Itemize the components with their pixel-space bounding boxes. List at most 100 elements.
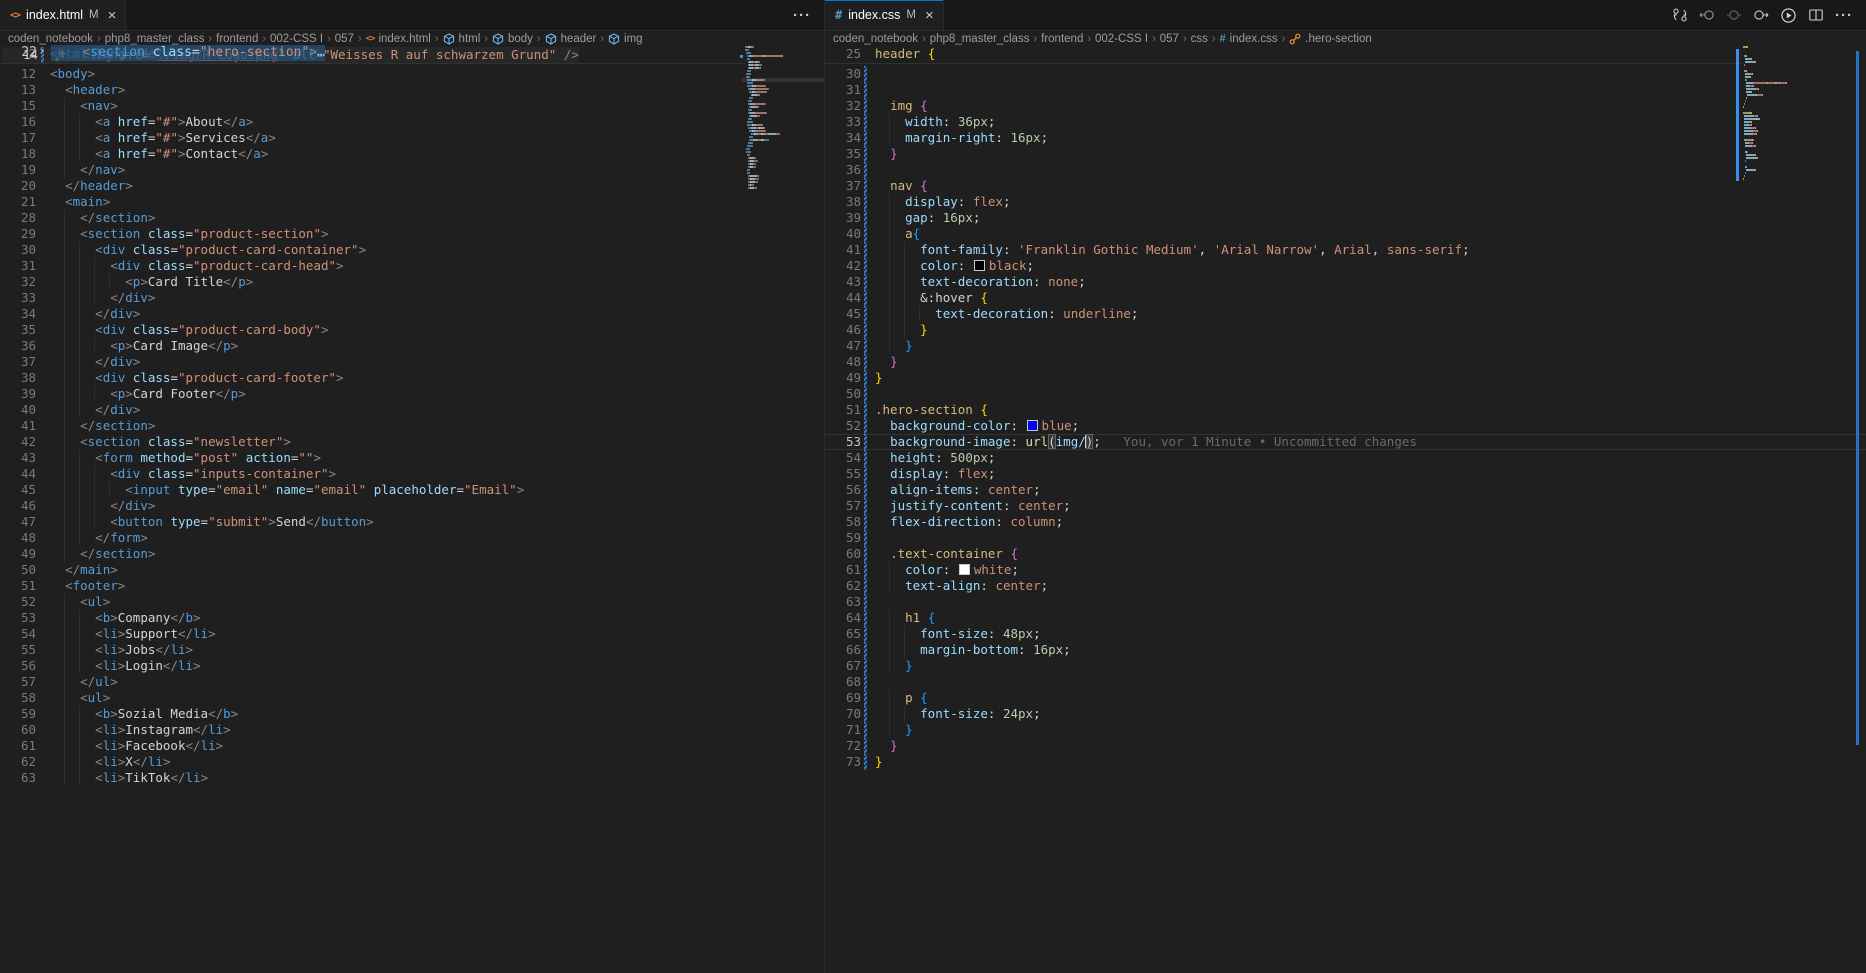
code-line[interactable]: 45 <input type="email" name="email" plac…	[0, 482, 824, 498]
code-line[interactable]: 30	[825, 66, 1866, 82]
code-line[interactable]: 43 text-decoration: none;	[825, 274, 1866, 290]
code-line[interactable]: 47 <button type="submit">Send</button>	[0, 514, 824, 530]
code-line[interactable]: 67 }	[825, 658, 1866, 674]
code-line[interactable]: 60 .text-container {	[825, 546, 1866, 562]
fold-chevron-icon[interactable]: ›	[38, 44, 46, 60]
code-line[interactable]: 13 <header>	[0, 82, 824, 98]
code-line[interactable]: 63 <li>TikTok</li>	[0, 770, 824, 786]
code-line[interactable]: 51.hero-section {	[825, 402, 1866, 418]
code-line[interactable]: 54 <li>Support</li>	[0, 626, 824, 642]
breadcrumb-item[interactable]: .hero-section	[1289, 33, 1371, 45]
code-line[interactable]: 48 </form>	[0, 530, 824, 546]
code-line[interactable]: 33 width: 36px;	[825, 114, 1866, 130]
code-line[interactable]: 39 gap: 16px;	[825, 210, 1866, 226]
code-line[interactable]: 39 <p>Card Footer</p>	[0, 386, 824, 402]
code-line[interactable]: 52 <ul>	[0, 594, 824, 610]
code-line[interactable]: 22› <section class="hero-section">…	[1, 45, 325, 61]
code-line[interactable]: 35 <div class="product-card-body">	[0, 322, 824, 338]
code-line[interactable]: 57 </ul>	[0, 674, 824, 690]
code-line[interactable]: 44 &:hover {	[825, 290, 1866, 306]
code-line[interactable]: 66 margin-bottom: 16px;	[825, 642, 1866, 658]
code-line[interactable]: 37 nav {	[825, 178, 1866, 194]
tab-index-html[interactable]: <> index.html M ×	[0, 0, 126, 30]
code-line[interactable]: 50	[825, 386, 1866, 402]
code-line[interactable]: 62 text-align: center;	[825, 578, 1866, 594]
scrollbar[interactable]	[1856, 51, 1859, 745]
next-change-icon[interactable]	[1753, 7, 1769, 23]
breadcrumb-item[interactable]: coden_notebook	[8, 33, 93, 45]
code-line[interactable]: 68	[825, 674, 1866, 690]
breadcrumb-item[interactable]: img	[608, 33, 643, 45]
code-line[interactable]: 38 <div class="product-card-footer">	[0, 370, 824, 386]
code-line[interactable]: 20 </header>	[0, 178, 824, 194]
code-line[interactable]: 43 <form method="post" action="">	[0, 450, 824, 466]
breadcrumb-item[interactable]: 057	[335, 33, 354, 45]
breadcrumb-item[interactable]: html	[443, 33, 481, 45]
code-line[interactable]: 32 img {	[825, 98, 1866, 114]
breadcrumb-item[interactable]: body	[492, 33, 533, 45]
code-line[interactable]: 42 <section class="newsletter">	[0, 434, 824, 450]
code-line[interactable]: 40 </div>	[0, 402, 824, 418]
code-line[interactable]: 52 background-color: blue;	[825, 418, 1866, 434]
code-line[interactable]: 19 </nav>	[0, 162, 824, 178]
code-line[interactable]: 54 height: 500px;	[825, 450, 1866, 466]
code-line[interactable]: 35 }	[825, 146, 1866, 162]
code-line[interactable]: 15 <nav>	[0, 98, 824, 114]
code-editor-css[interactable]: 25header { 303132 img {33 width: 36px;34…	[825, 46, 1866, 973]
code-line[interactable]: 58 <ul>	[0, 690, 824, 706]
split-editor-icon[interactable]	[1808, 7, 1824, 23]
breadcrumb-item[interactable]: frontend	[216, 33, 258, 45]
code-line[interactable]: 50 </main>	[0, 562, 824, 578]
code-line[interactable]: 56 align-items: center;	[825, 482, 1866, 498]
code-line[interactable]: 46 }	[825, 322, 1866, 338]
code-line[interactable]: 31	[825, 82, 1866, 98]
code-line[interactable]: 42 color: black;	[825, 258, 1866, 274]
code-line[interactable]: 48 }	[825, 354, 1866, 370]
breadcrumb-item[interactable]: 002-CSS I	[1095, 33, 1148, 45]
code-line[interactable]: 57 justify-content: center;	[825, 498, 1866, 514]
breadcrumb-item[interactable]: <>index.html	[366, 33, 431, 45]
color-swatch[interactable]	[959, 564, 970, 575]
breadcrumb-item[interactable]: #index.css	[1220, 33, 1278, 45]
code-line[interactable]: 62 <li>X</li>	[0, 754, 824, 770]
code-line[interactable]: 21 <main>	[0, 194, 824, 210]
code-line[interactable]: 69 p {	[825, 690, 1866, 706]
code-line[interactable]: 49 </section>	[0, 546, 824, 562]
code-line[interactable]: 12<body>	[0, 66, 824, 82]
code-line[interactable]: 49}	[825, 370, 1866, 386]
code-line[interactable]: 33 </div>	[0, 290, 824, 306]
code-line[interactable]: 53 <b>Company</b>	[0, 610, 824, 626]
code-line[interactable]: 40 a{	[825, 226, 1866, 242]
code-line[interactable]: 36	[825, 162, 1866, 178]
minimap[interactable]	[745, 46, 823, 190]
code-line[interactable]: 29 <section class="product-section">	[0, 226, 824, 242]
code-line[interactable]: 71 }	[825, 722, 1866, 738]
code-line[interactable]: 28 </section>	[0, 210, 824, 226]
code-line[interactable]: 41 font-family: 'Franklin Gothic Medium'…	[825, 242, 1866, 258]
code-line[interactable]: 64 h1 {	[825, 610, 1866, 626]
code-line[interactable]: 47 }	[825, 338, 1866, 354]
more-actions-icon[interactable]: ···	[1835, 7, 1853, 24]
code-line[interactable]: 59 <b>Sozial Media</b>	[0, 706, 824, 722]
close-tab-icon[interactable]: ×	[108, 8, 117, 23]
color-swatch[interactable]	[974, 260, 985, 271]
breadcrumb-item[interactable]: 002-CSS I	[270, 33, 323, 45]
code-line[interactable]: 17 <a href="#">Services</a>	[0, 130, 824, 146]
breadcrumb-item[interactable]: header	[545, 33, 597, 45]
code-line[interactable]: 16 <a href="#">About</a>	[0, 114, 824, 130]
code-line[interactable]: 38 display: flex;	[825, 194, 1866, 210]
code-line[interactable]: 58 flex-direction: column;	[825, 514, 1866, 530]
code-line[interactable]: 55 display: flex;	[825, 466, 1866, 482]
run-code-icon[interactable]	[1780, 7, 1797, 24]
code-line[interactable]: 18 <a href="#">Contact</a>	[0, 146, 824, 162]
minimap[interactable]	[1743, 46, 1833, 181]
breadcrumb-item[interactable]: frontend	[1041, 33, 1083, 45]
code-line[interactable]: 37 </div>	[0, 354, 824, 370]
code-line[interactable]: 55 <li>Jobs</li>	[0, 642, 824, 658]
breadcrumb-item[interactable]: php8_master_class	[105, 33, 205, 45]
open-changes-icon[interactable]	[1672, 7, 1688, 23]
code-line[interactable]: 25header {	[825, 46, 1743, 62]
code-line[interactable]: 61 color: white;	[825, 562, 1866, 578]
breadcrumb-item[interactable]: 057	[1160, 33, 1179, 45]
close-tab-icon[interactable]: ×	[925, 8, 934, 23]
